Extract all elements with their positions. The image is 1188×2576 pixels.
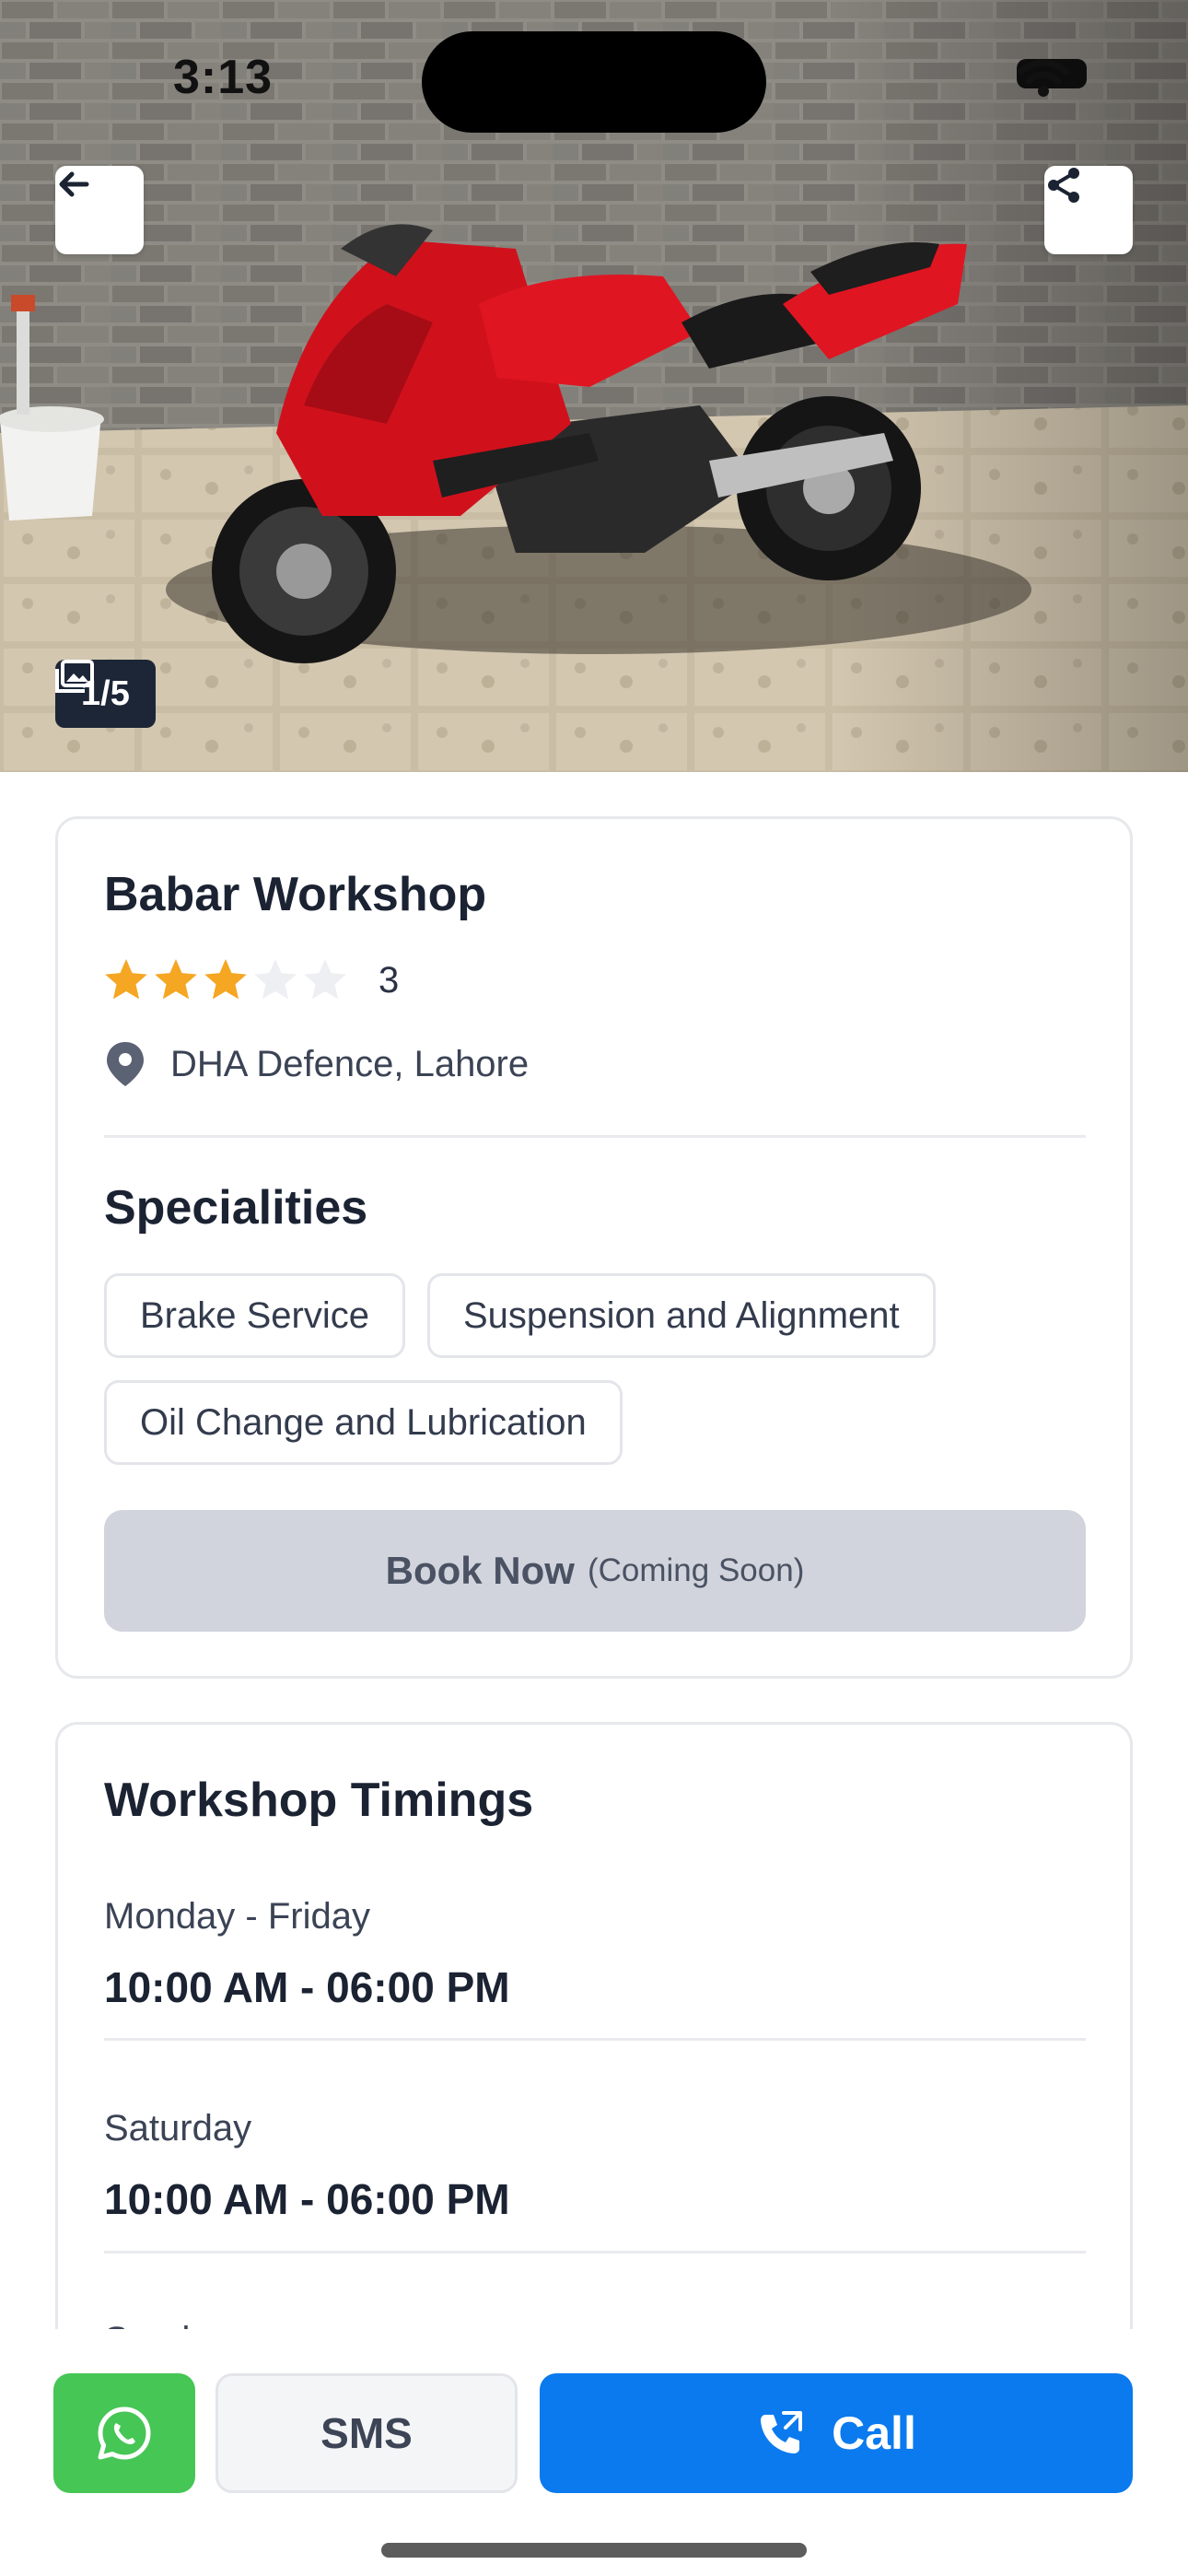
status-icons	[1017, 59, 1087, 97]
star-filled-icon	[105, 959, 147, 1000]
share-icon	[1048, 168, 1079, 203]
images-icon	[55, 660, 94, 693]
bottom-action-bar: SMS Call	[0, 2329, 1188, 2576]
star-filled-icon	[204, 959, 247, 1000]
timing-hours: 10:00 AM - 06:00 PM	[104, 2175, 510, 2223]
whatsapp-icon	[98, 2406, 151, 2460]
timing-day: Saturday	[104, 2108, 252, 2149]
star-rating	[105, 959, 346, 1000]
timing-hours: 10:00 AM - 06:00 PM	[104, 1963, 510, 2011]
speciality-chip: Brake Service	[104, 1273, 405, 1358]
dynamic-island	[422, 31, 766, 133]
sms-button[interactable]: SMS	[215, 2373, 518, 2493]
share-button[interactable]	[1044, 166, 1133, 254]
star-empty-icon	[254, 959, 297, 1000]
arrow-left-icon	[59, 171, 89, 197]
book-now-button[interactable]: Book Now (Coming Soon)	[104, 1510, 1086, 1632]
wifi-icon	[1017, 59, 1070, 97]
book-now-note: (Coming Soon)	[587, 1552, 805, 1588]
call-label: Call	[832, 2407, 916, 2459]
timing-day: Monday - Friday	[104, 1896, 370, 1937]
rating: 3	[104, 957, 399, 1003]
divider	[104, 2038, 1086, 2041]
speciality-chip: Suspension and Alignment	[426, 1273, 936, 1358]
workshop-name: Babar Workshop	[104, 868, 487, 921]
call-button[interactable]: Call	[540, 2373, 1133, 2493]
image-counter[interactable]: 1/5	[55, 660, 156, 728]
book-now-label: Book Now	[385, 1549, 575, 1592]
workshop-info-card: Babar Workshop 3 DHA Defence, Lahore Spe…	[55, 816, 1133, 1679]
divider	[104, 2251, 1086, 2254]
timings-title: Workshop Timings	[104, 1774, 534, 1827]
hero-image[interactable]: 3:13 1/5	[0, 0, 1188, 772]
speciality-chips: Brake Service Suspension and Alignment O…	[104, 1273, 1099, 1465]
whatsapp-button[interactable]	[53, 2373, 195, 2493]
specialities-title: Specialities	[104, 1181, 368, 1235]
map-pin-icon	[107, 1042, 144, 1086]
back-button[interactable]	[55, 166, 144, 254]
star-empty-icon	[304, 959, 346, 1000]
divider	[104, 1135, 1086, 1138]
status-time: 3:13	[173, 51, 274, 104]
location: DHA Defence, Lahore	[104, 1040, 529, 1088]
home-indicator	[381, 2543, 807, 2558]
star-filled-icon	[155, 959, 197, 1000]
rating-value: 3	[379, 959, 400, 1001]
speciality-chip: Oil Change and Lubrication	[104, 1380, 623, 1465]
location-text: DHA Defence, Lahore	[170, 1043, 530, 1084]
phone-call-icon	[761, 2411, 803, 2453]
